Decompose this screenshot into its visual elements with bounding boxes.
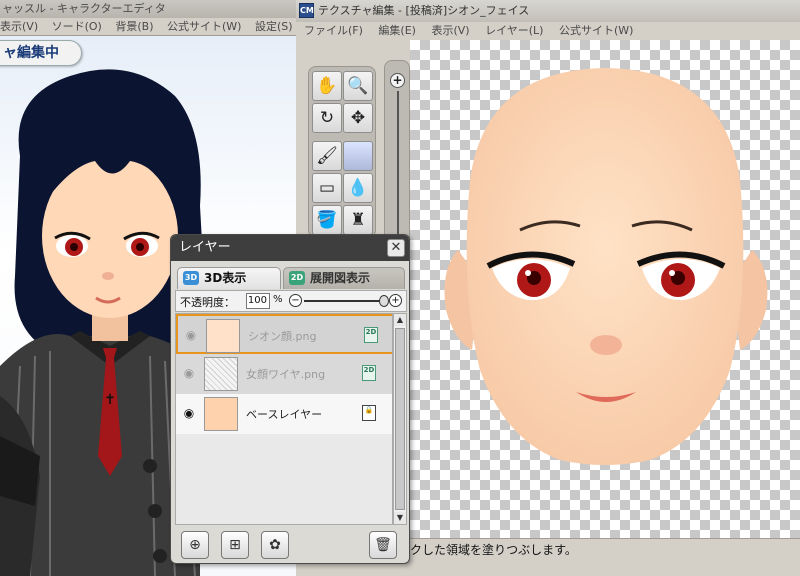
import-image-button[interactable]: ✿ [261, 531, 289, 559]
texture-editor-title-text: テクスチャ編集 - [投稿済]シオン_フェイス [318, 4, 530, 17]
new-3d-layer-icon: ⊞ [229, 537, 241, 553]
new-layer-icon: ⊕ [189, 537, 201, 553]
opacity-row: 不透明度： 100 % − + [175, 290, 407, 312]
eye-icon[interactable]: ◉ [184, 328, 198, 342]
zoom-in-icon[interactable]: + [390, 73, 405, 88]
tab-3d-label: 3D表示 [204, 271, 247, 285]
svg-text:✝: ✝ [104, 392, 116, 408]
layer-list-scrollbar[interactable]: ▲ ▼ [393, 313, 407, 525]
tab-unwrap-view[interactable]: 2D 展開図表示 [283, 267, 405, 289]
opacity-input[interactable]: 100 [246, 293, 270, 309]
scroll-up-icon[interactable]: ▲ [394, 314, 406, 326]
eyedropper-icon: 💧 [347, 178, 369, 198]
layer-thumbnail [206, 319, 240, 353]
scroll-down-icon[interactable]: ▼ [394, 512, 406, 524]
hand-tool[interactable]: ✋ [312, 71, 342, 101]
2d-tag-icon: 2D [362, 365, 376, 381]
menu-sword[interactable]: ソード(O) [52, 18, 102, 36]
eye-icon[interactable]: ◉ [182, 406, 196, 420]
menu-edit[interactable]: 編集(E) [378, 22, 416, 40]
stamp-tool[interactable]: ♜ [343, 205, 373, 235]
layer-name: 女顔ワイヤ.png [246, 368, 326, 381]
bucket-icon: 🪣 [316, 210, 338, 230]
fill-tool[interactable]: 🪣 [312, 205, 342, 235]
zoom-tool[interactable]: 🔍 [343, 71, 373, 101]
opacity-unit: % [273, 294, 283, 305]
layer-thumbnail [204, 357, 238, 391]
layer-row-wireframe[interactable]: ◉ 女顔ワイヤ.png 2D [176, 354, 392, 394]
layer-row-base[interactable]: ◉ ベースレイヤー 🔒 [176, 394, 392, 434]
stamp-icon: ♜ [350, 210, 366, 230]
eraser-icon: ▭ [318, 178, 336, 198]
opacity-slider-thumb[interactable] [379, 295, 389, 307]
face-texture [444, 68, 768, 465]
tab-3d-view[interactable]: 3D 3D表示 [177, 267, 281, 289]
eye-icon[interactable]: ◉ [182, 366, 196, 380]
delete-layer-button[interactable]: 🗑 [369, 531, 397, 559]
eraser-tool[interactable]: ▭ [312, 173, 342, 203]
brush-tool[interactable]: 🖌 [312, 141, 342, 171]
rotate-icon: ↻ [319, 108, 335, 128]
opacity-increase-icon[interactable]: + [389, 294, 402, 307]
character-editor-title: ャッスル - キャラクターエディタ [0, 0, 296, 18]
lock-icon[interactable]: 🔒 [362, 405, 376, 421]
menu-official-site[interactable]: 公式サイト(W) [167, 18, 241, 36]
move-icon: ✥ [350, 108, 366, 128]
menu-official-site-right[interactable]: 公式サイト(W) [559, 22, 633, 40]
menu-view-right[interactable]: 表示(V) [431, 22, 469, 40]
tool-palette: ✋ 🔍 ↻ ✥ 🖌 ▭ 💧 🪣 ♜ [308, 66, 376, 238]
status-text: ックした領域を塗りつぶします。 [398, 543, 577, 557]
opacity-decrease-icon[interactable]: − [289, 294, 302, 307]
menu-layer[interactable]: レイヤー(L) [485, 22, 543, 40]
layer-name: シオン顔.png [248, 330, 317, 343]
layer-row-shion-face[interactable]: ◉ シオン顔.png 2D [176, 314, 392, 354]
tab-unwrap-label: 展開図表示 [310, 271, 371, 285]
2d-tag-icon: 2D [364, 327, 378, 343]
app-icon: CM [299, 3, 314, 18]
new-3d-layer-button[interactable]: ⊞ [221, 531, 249, 559]
opacity-slider-track[interactable] [304, 300, 386, 302]
character-editor-menubar: 表示(V) ソード(O) 背景(B) 公式サイト(W) 設定(S) [0, 18, 296, 36]
2d-icon: 2D [289, 271, 305, 285]
3d-icon: 3D [183, 271, 199, 285]
close-icon[interactable]: ✕ [387, 239, 405, 257]
hand-icon: ✋ [316, 76, 338, 96]
eyedropper-tool[interactable]: 💧 [343, 173, 373, 203]
rotate-tool[interactable]: ↻ [312, 103, 342, 133]
layer-list: ◉ シオン顔.png 2D ◉ 女顔ワイヤ.png 2D ◉ ベースレイヤー 🔒 [175, 313, 393, 525]
layer-panel: レイヤー ✕ 3D 3D表示 2D 展開図表示 不透明度： 100 % − + … [170, 234, 410, 564]
trash-icon: 🗑 [374, 537, 392, 553]
menu-background[interactable]: 背景(B) [115, 18, 153, 36]
opacity-label: 不透明度： [180, 296, 235, 309]
scroll-thumb[interactable] [395, 328, 405, 510]
menu-file[interactable]: ファイル(F) [304, 22, 363, 40]
layer-panel-title[interactable]: レイヤー [171, 235, 409, 261]
import-image-icon: ✿ [269, 537, 281, 553]
brush-icon: 🖌 [316, 146, 338, 166]
texture-canvas[interactable] [410, 40, 800, 538]
layer-name: ベースレイヤー [246, 408, 323, 421]
new-layer-button[interactable]: ⊕ [181, 531, 209, 559]
menu-settings[interactable]: 設定(S) [255, 18, 293, 36]
editing-badge: ャ編集中 [0, 40, 82, 66]
magnifier-icon: 🔍 [347, 76, 369, 96]
menu-view[interactable]: 表示(V) [0, 18, 38, 36]
move-tool[interactable]: ✥ [343, 103, 373, 133]
layer-thumbnail [204, 397, 238, 431]
texture-editor-menubar: ファイル(F) 編集(E) 表示(V) レイヤー(L) 公式サイト(W) [296, 22, 800, 40]
fill-select-tool[interactable] [343, 141, 373, 171]
texture-editor-title: CM テクスチャ編集 - [投稿済]シオン_フェイス [296, 0, 800, 22]
